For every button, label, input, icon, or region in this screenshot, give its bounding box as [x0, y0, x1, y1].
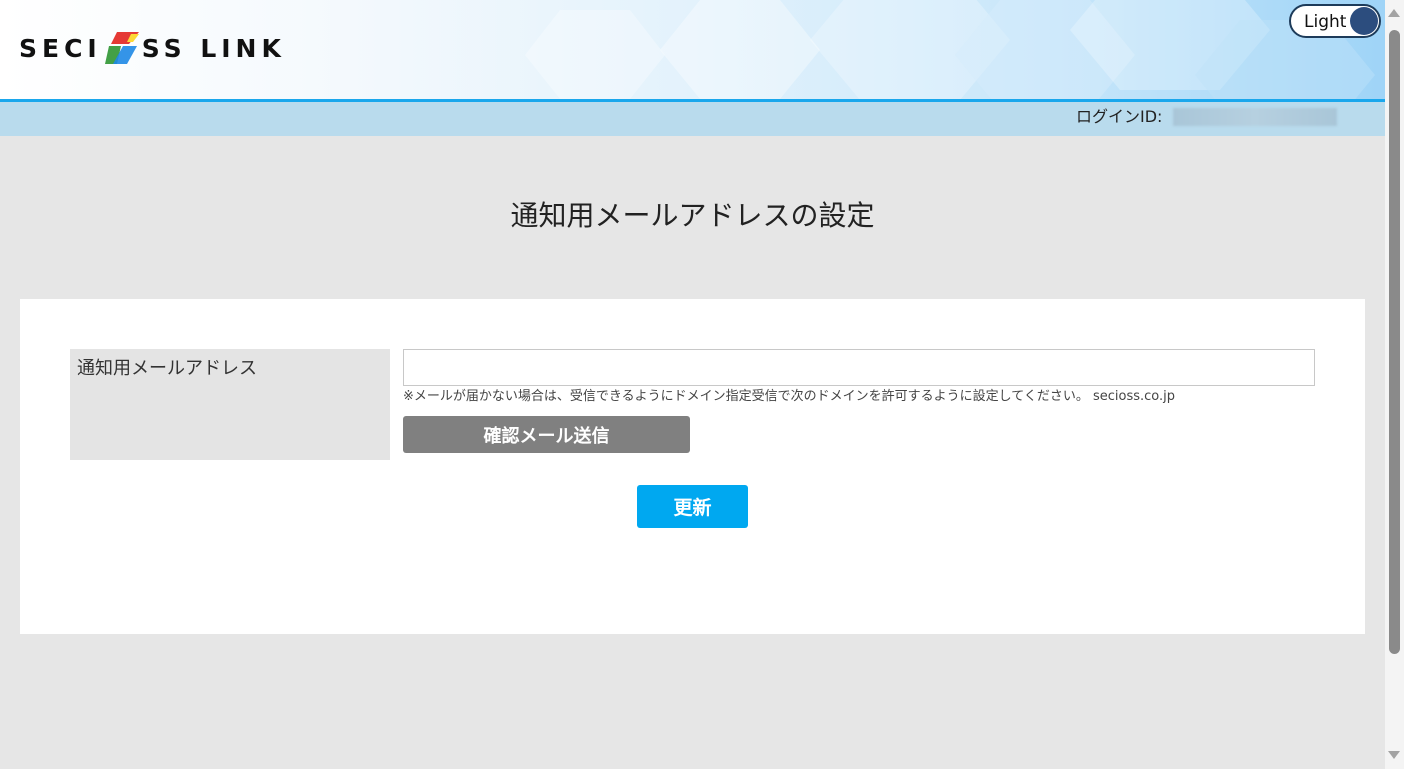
notification-email-input[interactable]	[403, 349, 1315, 386]
theme-toggle[interactable]: Light	[1289, 4, 1381, 38]
theme-toggle-label: Light	[1304, 12, 1347, 32]
email-field-label: 通知用メールアドレス	[70, 349, 390, 460]
scroll-up-arrow-icon[interactable]	[1388, 9, 1400, 17]
page-title: 通知用メールアドレスの設定	[510, 199, 875, 232]
send-confirmation-email-button[interactable]: 確認メール送信	[403, 416, 690, 453]
scrollbar-thumb[interactable]	[1389, 30, 1400, 654]
login-id-value	[1173, 108, 1337, 126]
update-button[interactable]: 更新	[637, 485, 748, 528]
page: SECI SS LINK Light ログインID: 通知用メールアドレスの設定…	[0, 0, 1404, 769]
theme-toggle-knob	[1350, 7, 1378, 35]
email-hint-text: ※メールが届かない場合は、受信できるようにドメイン指定受信で次のドメインを許可す…	[403, 389, 1176, 404]
settings-panel: 通知用メールアドレス ※メールが届かない場合は、受信できるようにドメイン指定受信…	[20, 299, 1365, 634]
header: SECI SS LINK Light	[0, 0, 1385, 99]
scroll-down-arrow-icon[interactable]	[1388, 751, 1400, 759]
logo-text-end: SS LINK	[141, 33, 286, 63]
login-id-label: ログインID:	[1076, 107, 1163, 126]
logo-mark-icon	[104, 32, 139, 64]
main-area: SECI SS LINK Light ログインID: 通知用メールアドレスの設定…	[0, 0, 1385, 769]
logo: SECI SS LINK	[19, 28, 286, 68]
logo-text-start: SECI	[19, 33, 102, 63]
